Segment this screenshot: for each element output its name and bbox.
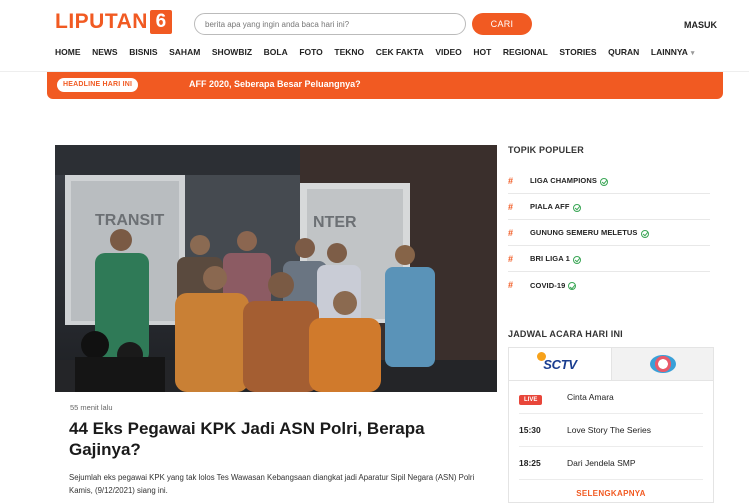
nav-item-lainnya-label: LAINNYA xyxy=(650,47,688,57)
search-input[interactable] xyxy=(195,14,465,35)
topic-list: # LIGA CHAMPIONS # PIALA AFF # GUNUNG SE… xyxy=(508,168,714,298)
topic-label: BRI LIGA 1 xyxy=(530,254,570,263)
popular-topics-title: TOPIK POPULER xyxy=(508,145,584,155)
tv-schedule: SCTV LIVE Cinta Amara 15:30 Love Story T… xyxy=(508,347,714,503)
sctv-logo-dot xyxy=(537,351,547,361)
headline-text[interactable]: AFF 2020, Seberapa Besar Peluangnya? xyxy=(189,79,361,89)
topic-item[interactable]: # LIGA CHAMPIONS xyxy=(508,168,710,194)
topic-label: PIALA AFF xyxy=(530,202,570,211)
topic-label: COVID-19 xyxy=(530,280,566,290)
search-box xyxy=(194,13,466,35)
nav-item-bisnis[interactable]: BISNIS xyxy=(129,47,157,57)
schedule-row[interactable]: LIVE Cinta Amara xyxy=(519,381,703,414)
nav-item-quran[interactable]: QURAN xyxy=(608,47,639,57)
tab-sctv[interactable]: SCTV xyxy=(509,348,611,380)
headline-ticker[interactable]: HEADLINE HARI INI AFF 2020, Seberapa Bes… xyxy=(47,72,723,99)
nav-item-home[interactable]: HOME xyxy=(55,47,81,57)
see-more-link[interactable]: SELENGKAPNYA xyxy=(509,489,713,498)
article-hero-image[interactable]: TRANSIT NTER xyxy=(55,145,497,392)
nav-item-hot[interactable]: HOT xyxy=(473,47,491,57)
nav-item-lainnya[interactable]: LAINNYA ▾ xyxy=(651,47,695,57)
search-button[interactable]: CARI xyxy=(472,13,532,35)
topic-item[interactable]: # COVID-19 xyxy=(508,272,710,298)
nav-item-foto[interactable]: FOTO xyxy=(299,47,322,57)
tab-indosiar[interactable] xyxy=(611,348,713,380)
hash-icon: # xyxy=(508,253,514,264)
nav-item-video[interactable]: VIDEO xyxy=(435,47,461,57)
chevron-down-icon: ▾ xyxy=(690,50,695,57)
article-summary: Sejumlah eks pegawai KPK yang tak lolos … xyxy=(69,473,475,495)
main-nav: HOME NEWS BISNIS SAHAM SHOWBIZ BOLA FOTO… xyxy=(55,47,694,57)
program-title: Cinta Amara xyxy=(567,392,614,402)
site-logo[interactable]: LIPUTAN 6 xyxy=(55,10,172,34)
sctv-logo-text: SCTV xyxy=(543,356,577,372)
hash-icon: # xyxy=(508,175,514,186)
logo-text: LIPUTAN xyxy=(55,10,148,33)
verified-check-icon xyxy=(640,229,649,238)
live-badge-wrap: LIVE xyxy=(519,388,567,406)
program-title: Love Story The Series xyxy=(567,425,651,435)
schedule-row[interactable]: 15:30 Love Story The Series xyxy=(519,414,703,447)
program-time: 15:30 xyxy=(519,425,541,435)
popular-topics: TOPIK POPULER # LIGA CHAMPIONS # PIALA A… xyxy=(508,145,714,298)
headline-badge: HEADLINE HARI INI xyxy=(57,78,139,92)
sign-text-right: NTER xyxy=(313,214,357,231)
schedule-row[interactable]: 18:25 Dari Jendela SMP xyxy=(519,447,703,480)
nav-item-cek-fakta[interactable]: CEK FAKTA xyxy=(376,47,424,57)
program-title: Dari Jendela SMP xyxy=(567,458,636,468)
login-link[interactable]: MASUK xyxy=(684,20,717,30)
nav-item-tekno[interactable]: TEKNO xyxy=(334,47,364,57)
topic-label: LIGA CHAMPIONS xyxy=(530,176,597,185)
article-title[interactable]: 44 Eks Pegawai KPK Jadi ASN Polri, Berap… xyxy=(69,418,489,460)
topic-label: GUNUNG SEMERU MELETUS xyxy=(530,228,638,237)
topic-item[interactable]: # GUNUNG SEMERU MELETUS xyxy=(508,220,710,246)
tv-schedule-title: JADWAL ACARA HARI INI xyxy=(508,329,623,339)
hash-icon: # xyxy=(508,280,514,290)
sign-text-left: TRANSIT xyxy=(95,212,165,229)
program-time: 18:25 xyxy=(519,458,541,468)
nav-item-stories[interactable]: STORIES xyxy=(559,47,596,57)
live-badge: LIVE xyxy=(519,395,543,405)
sctv-logo: SCTV xyxy=(537,351,577,372)
channel-tabs: SCTV xyxy=(509,348,713,381)
nav-item-saham[interactable]: SAHAM xyxy=(169,47,200,57)
site-header: LIPUTAN 6 CARI MASUK HOME NEWS BISNIS SA… xyxy=(0,0,749,72)
logo-number: 6 xyxy=(149,10,172,34)
verified-check-icon xyxy=(572,203,581,212)
nav-item-showbiz[interactable]: SHOWBIZ xyxy=(212,47,252,57)
hash-icon: # xyxy=(508,201,514,212)
topic-item[interactable]: # PIALA AFF xyxy=(508,194,710,220)
verified-check-icon xyxy=(568,282,577,290)
hero-photo: TRANSIT NTER xyxy=(55,145,497,392)
nav-item-regional[interactable]: REGIONAL xyxy=(503,47,548,57)
nav-item-bola[interactable]: BOLA xyxy=(264,47,288,57)
verified-check-icon xyxy=(572,255,581,264)
article-timestamp: 55 menit lalu xyxy=(70,403,113,412)
verified-check-icon xyxy=(599,177,608,186)
indosiar-logo-icon xyxy=(649,355,676,373)
topic-item[interactable]: # BRI LIGA 1 xyxy=(508,246,710,272)
hash-icon: # xyxy=(508,227,514,238)
nav-item-news[interactable]: NEWS xyxy=(92,47,118,57)
